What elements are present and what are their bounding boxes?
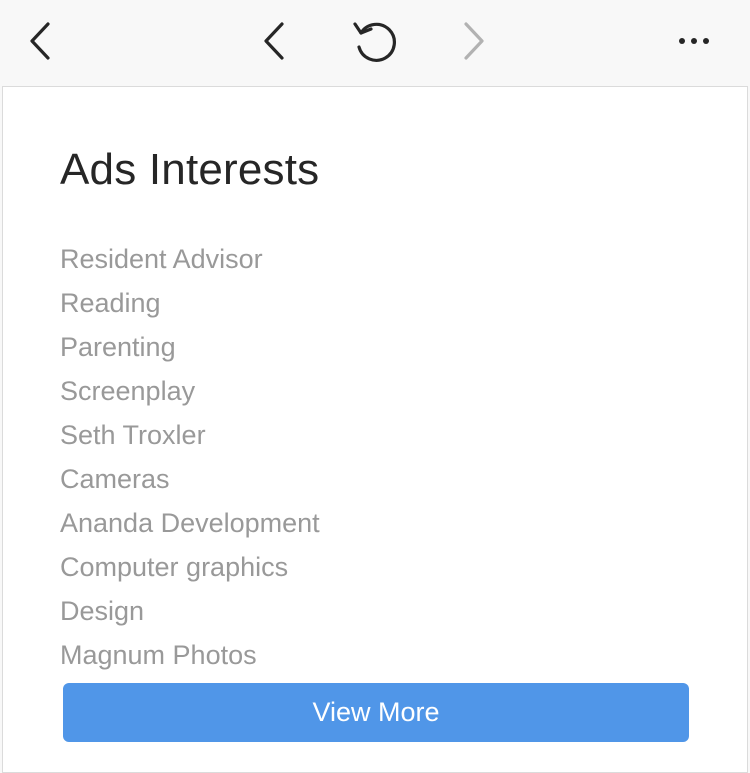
list-item: Parenting <box>60 332 176 362</box>
list-item: Resident Advisor <box>60 244 263 274</box>
forward-button[interactable] <box>452 16 496 66</box>
view-more-button[interactable]: View More <box>63 683 689 742</box>
list-item: Magnum Photos <box>60 640 257 670</box>
list-item: Reading <box>60 288 161 318</box>
list-item: Seth Troxler <box>60 420 206 450</box>
back-button[interactable] <box>252 16 296 66</box>
reload-icon <box>353 22 396 62</box>
page-title: Ads Interests <box>60 145 320 194</box>
more-horizontal-icon <box>679 38 709 44</box>
close-button[interactable] <box>18 16 62 66</box>
list-item: Design <box>60 596 145 626</box>
ads-interests-card: Ads Interests Resident Advisor Reading P… <box>2 86 748 773</box>
interests-list: Resident Advisor Reading Parenting Scree… <box>60 237 320 677</box>
list-item: Computer graphics <box>60 552 289 582</box>
chevron-right-icon <box>464 22 484 60</box>
list-item: Ananda Development <box>60 508 320 538</box>
reload-button[interactable] <box>346 12 404 70</box>
chevron-left-icon <box>264 22 284 60</box>
browser-toolbar <box>0 0 750 86</box>
list-item: Cameras <box>60 464 170 494</box>
more-options-button[interactable] <box>670 20 718 62</box>
chevron-left-icon <box>30 22 50 60</box>
list-item: Screenplay <box>60 376 196 406</box>
